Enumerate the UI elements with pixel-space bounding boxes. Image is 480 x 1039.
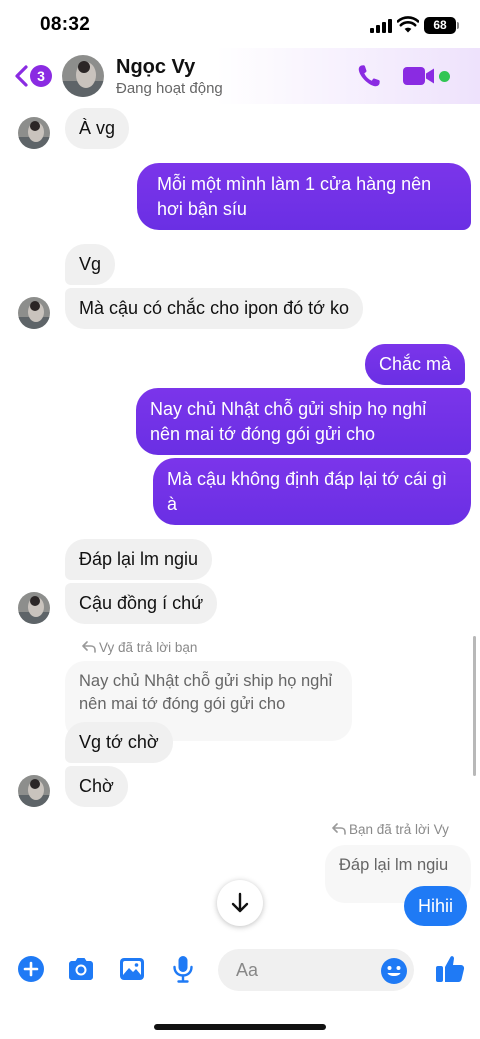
- incoming-message[interactable]: Cậu đồng í chứ: [65, 583, 218, 624]
- outgoing-message[interactable]: Hihii: [404, 886, 468, 926]
- phone-icon[interactable]: [355, 62, 383, 90]
- reply-arrow-icon: [82, 641, 96, 653]
- thumbs-up-icon[interactable]: [434, 953, 466, 985]
- back-button[interactable]: 3: [12, 62, 54, 90]
- back-chevron-icon: [15, 65, 28, 87]
- status-time: 08:32: [40, 14, 91, 35]
- outgoing-message[interactable]: Nay chủ Nhật chỗ gửi ship họ nghỉ nên ma…: [136, 388, 471, 455]
- camera-icon[interactable]: [66, 954, 96, 984]
- battery-icon: 68: [424, 17, 456, 34]
- status-bar: 08:32 68: [0, 0, 480, 48]
- reply-indicator: Bạn đã trả lời Vy: [332, 822, 449, 837]
- incoming-message[interactable]: Đáp lại lm ngiu: [65, 539, 213, 580]
- composer-bar: [0, 940, 480, 1000]
- outgoing-message[interactable]: Mà cậu không định đáp lại tớ cái gì à: [153, 458, 471, 525]
- contact-avatar-small[interactable]: [18, 117, 50, 149]
- incoming-message[interactable]: Vg: [65, 244, 116, 285]
- outgoing-message[interactable]: Mỗi một mình làm 1 cửa hàng nên hơi bận …: [137, 163, 471, 230]
- online-indicator: [439, 71, 450, 82]
- signal-icon: [370, 19, 392, 33]
- contact-avatar[interactable]: [62, 55, 104, 97]
- message-thread: À vg Mỗi một mình làm 1 cửa hàng nên hơi…: [0, 104, 480, 936]
- microphone-icon[interactable]: [168, 954, 198, 984]
- unread-badge: 3: [30, 65, 52, 87]
- contact-avatar-small[interactable]: [18, 775, 50, 807]
- incoming-message[interactable]: Mà cậu có chắc cho ipon đó tớ ko: [65, 288, 363, 329]
- image-icon[interactable]: [117, 954, 147, 984]
- reply-label-text: Vy đã trả lời bạn: [99, 640, 198, 655]
- plus-icon[interactable]: [16, 954, 46, 984]
- contact-name[interactable]: Ngọc Vy: [116, 56, 195, 79]
- incoming-message[interactable]: À vg: [65, 108, 130, 149]
- reply-indicator: Vy đã trả lời bạn: [82, 640, 197, 655]
- incoming-message[interactable]: Chờ: [65, 766, 128, 807]
- scroll-to-bottom-button[interactable]: [217, 880, 263, 926]
- presence-status: Đang hoạt động: [116, 80, 223, 97]
- reply-arrow-icon: [332, 823, 346, 835]
- wifi-icon: [397, 16, 419, 33]
- reply-label-text: Bạn đã trả lời Vy: [349, 822, 449, 837]
- outgoing-message[interactable]: Chắc mà: [365, 344, 466, 385]
- arrow-down-icon: [231, 892, 249, 913]
- emoji-icon[interactable]: [380, 957, 408, 985]
- scrollbar[interactable]: [473, 636, 476, 776]
- home-indicator[interactable]: [154, 1024, 326, 1030]
- incoming-message[interactable]: Vg tớ chờ: [65, 722, 173, 763]
- contact-avatar-small[interactable]: [18, 592, 50, 624]
- battery-nub: [457, 22, 459, 29]
- contact-avatar-small[interactable]: [18, 297, 50, 329]
- video-camera-icon[interactable]: [402, 65, 436, 87]
- chat-header: 3 Ngọc Vy Đang hoạt động: [0, 48, 480, 104]
